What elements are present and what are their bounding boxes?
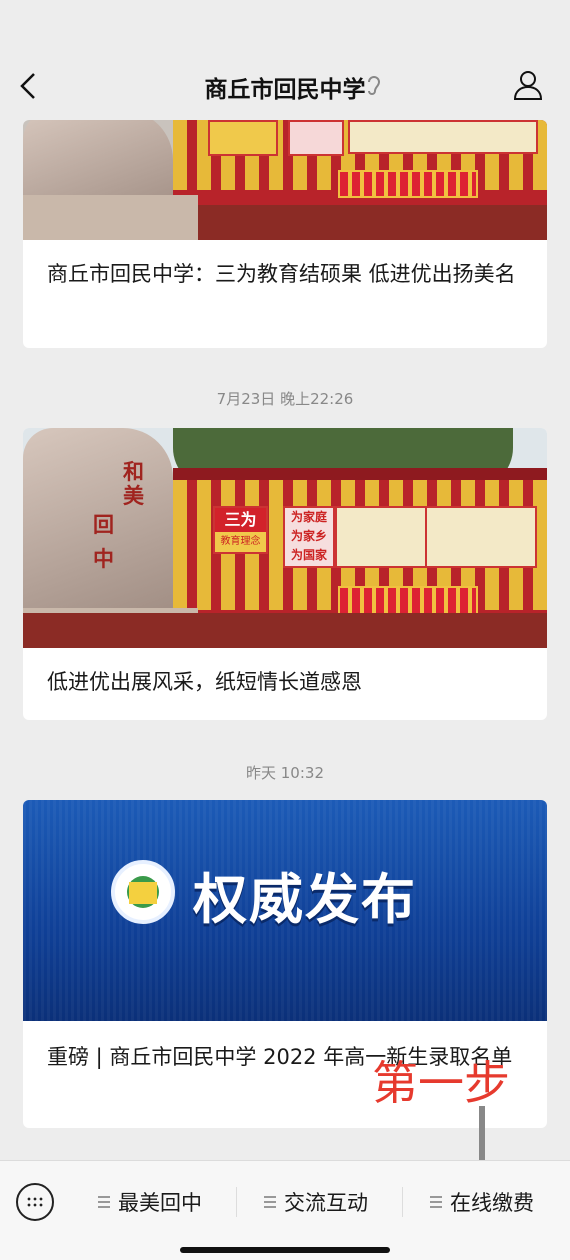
banner-text-sanwei: 三为: [215, 508, 266, 532]
ear-mode-icon[interactable]: [365, 73, 383, 97]
banner-text-weiguo: 为国家: [290, 548, 327, 562]
banner-text-weixiang: 为家乡: [290, 529, 327, 543]
bottom-menu-bar: 最美回中 交流互动 在线缴费: [0, 1160, 570, 1260]
article-banner-image: [23, 120, 547, 240]
article-card[interactable]: 商丘市回民中学：三为教育结硕果 低进优出扬美名: [23, 120, 547, 348]
page-title: 商丘市回民中学: [204, 77, 366, 103]
profile-icon[interactable]: [512, 69, 544, 101]
menu-lines-icon: [264, 1196, 276, 1208]
article-title: 商丘市回民中学：三为教育结硕果 低进优出扬美名: [47, 262, 516, 286]
banner-text-weijia: 为家庭: [290, 510, 327, 524]
menu-lines-icon: [98, 1196, 110, 1208]
menu-item-label: 最美回中: [118, 1191, 202, 1215]
header: 商丘市回民中学: [0, 0, 570, 120]
banner-text-linian: 教育理念: [220, 536, 261, 547]
article-title: 低进优出展风采，纸短情长道感恩: [47, 670, 362, 694]
home-indicator[interactable]: [180, 1247, 390, 1253]
menu-item-label: 在线缴费: [450, 1191, 534, 1215]
article-banner-image: 权威发布: [23, 800, 547, 1021]
timestamp: 7月23日 晚上22:26: [216, 390, 354, 408]
article-banner-image: 三为 教育理念 为家庭 为家乡 为国家 和美 回中: [23, 428, 547, 648]
menu-lines-icon: [430, 1196, 442, 1208]
menu-item-label: 交流互动: [284, 1191, 368, 1215]
timestamp: 昨天 10:32: [246, 764, 324, 782]
menu-item-jiaoliu[interactable]: 交流互动: [264, 1183, 368, 1221]
banner-headline: 权威发布: [193, 868, 417, 931]
keyboard-icon[interactable]: [16, 1183, 54, 1221]
menu-item-zuimei[interactable]: 最美回中: [98, 1183, 202, 1221]
article-card[interactable]: 三为 教育理念 为家庭 为家乡 为国家 和美 回中 低进优出展风采，纸短情长道感…: [23, 428, 547, 720]
rock-inscription-huizhong: 回中: [93, 512, 114, 571]
menu-item-online-payment[interactable]: 在线缴费: [430, 1183, 534, 1221]
annotation-step-one: 第一步: [372, 1056, 510, 1110]
rock-inscription-hemei: 和美: [123, 459, 144, 508]
school-logo-icon: [111, 860, 175, 924]
